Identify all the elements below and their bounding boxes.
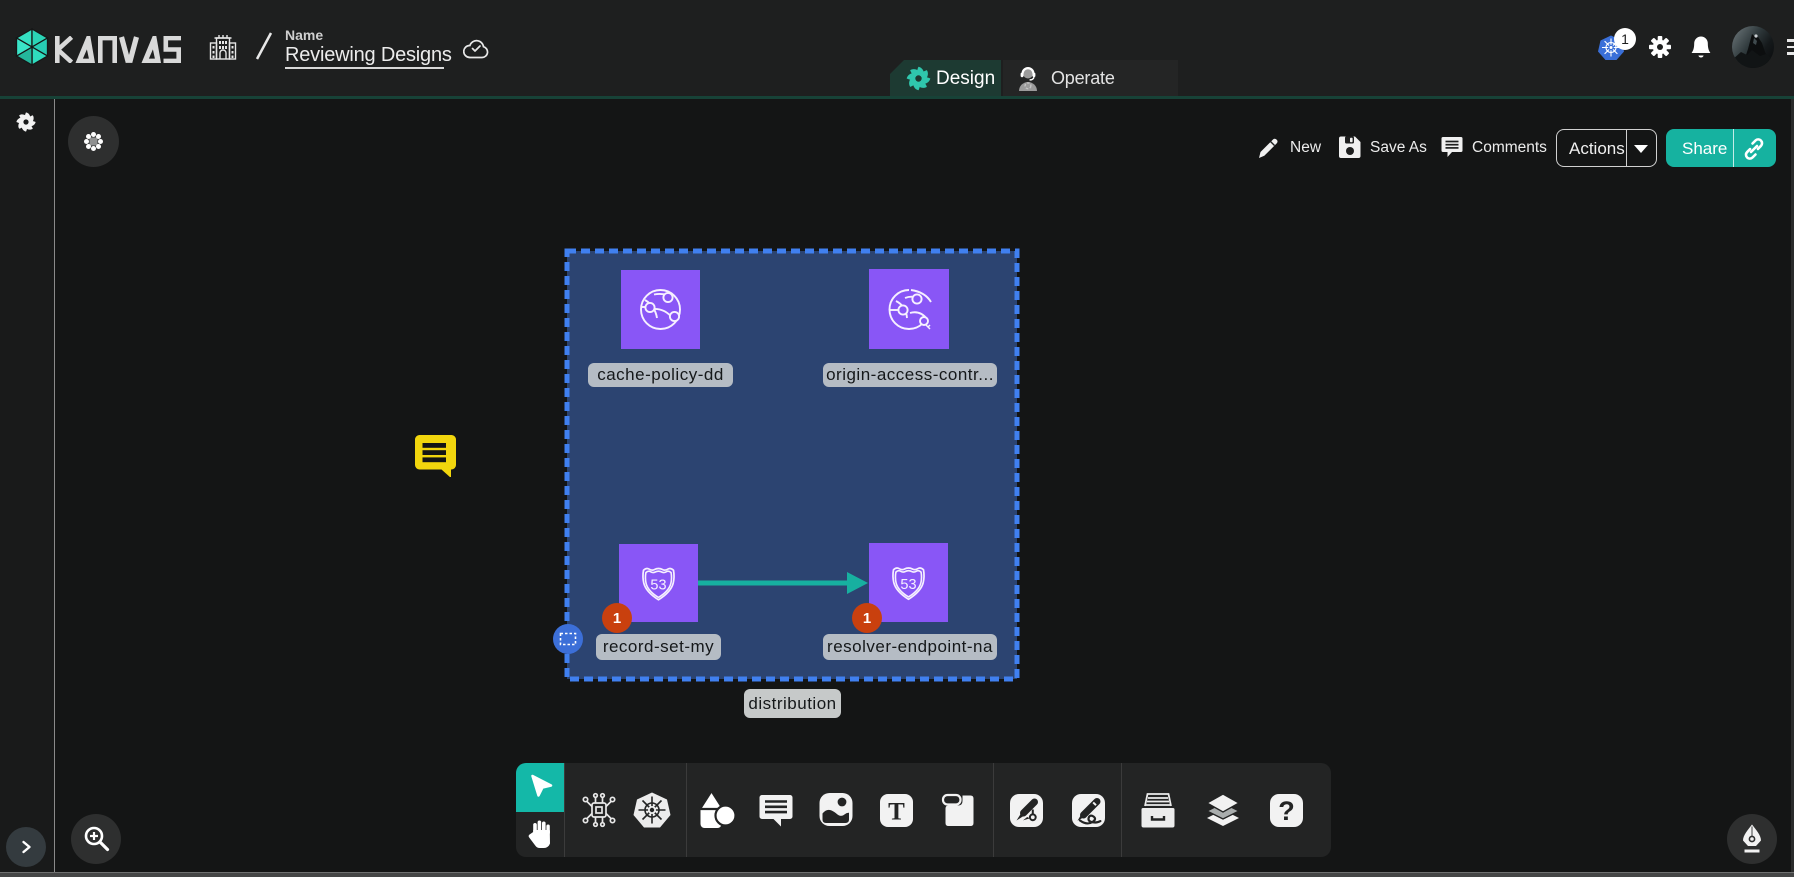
svg-text:T: T [888,799,905,826]
svg-text:53: 53 [900,577,916,593]
svg-text:?: ? [1278,796,1295,826]
svg-text:53: 53 [650,578,666,594]
